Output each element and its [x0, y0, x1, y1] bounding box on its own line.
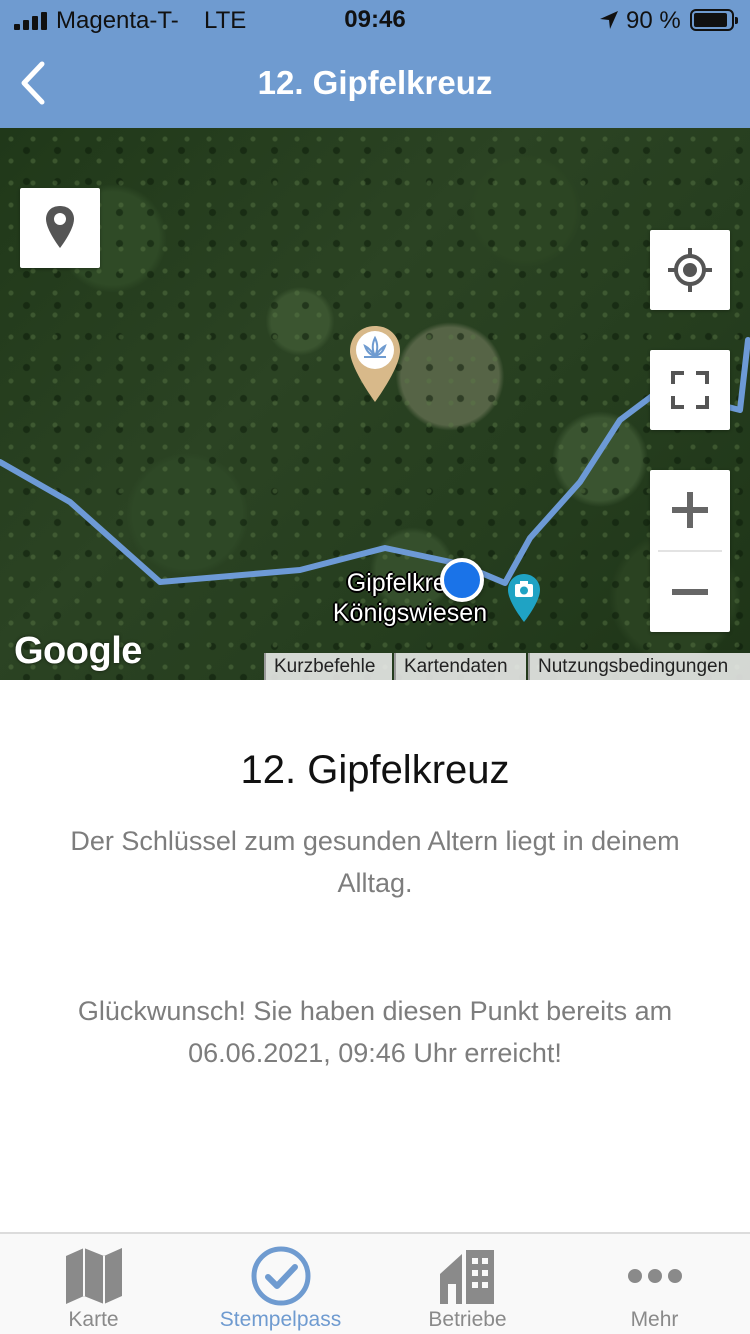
- zoom-out-button[interactable]: [650, 552, 730, 632]
- google-logo: Google: [14, 630, 142, 672]
- attribution-terms-link[interactable]: Nutzungsbedingungen: [528, 653, 750, 680]
- map-pin-button[interactable]: [20, 188, 100, 268]
- poi-description: Der Schlüssel zum gesunden Altern liegt …: [70, 826, 680, 898]
- tab-karte[interactable]: Karte: [0, 1234, 187, 1334]
- zoom-in-button[interactable]: [650, 470, 730, 550]
- building-icon: [440, 1250, 494, 1304]
- attribution-map-data-link[interactable]: Kartendaten: [394, 653, 526, 680]
- page-title: 12. Gipfelkreuz: [257, 64, 493, 101]
- status-bar: Magenta-T- LTE 09:46 90 %: [0, 0, 750, 40]
- my-location-button[interactable]: [650, 230, 730, 310]
- checkmark-circle-icon: [251, 1246, 311, 1306]
- tab-mehr[interactable]: Mehr: [561, 1234, 748, 1334]
- poi-title: 12. Gipfelkreuz: [240, 748, 510, 792]
- map-icon: [66, 1248, 122, 1304]
- more-dots-icon: [628, 1269, 682, 1283]
- plus-icon: [672, 492, 708, 528]
- fullscreen-button[interactable]: [650, 350, 730, 430]
- poi-marker-icon[interactable]: [348, 324, 402, 404]
- crosshair-icon: [668, 248, 712, 292]
- user-location-dot: [440, 558, 484, 602]
- tab-label: Betriebe: [428, 1308, 507, 1331]
- map-view[interactable]: Gipfelkreuz Königswiesen Google Kurzbefe…: [0, 128, 750, 680]
- tab-label: Mehr: [630, 1308, 679, 1331]
- tab-bar: Karte Stempelpass Betriebe Mehr: [0, 1232, 750, 1334]
- poi-status-message: Glückwunsch! Sie haben diesen Punkt bere…: [77, 996, 673, 1068]
- battery-icon: [690, 9, 738, 31]
- attribution-shortcuts-link[interactable]: Kurzbefehle: [264, 653, 392, 680]
- location-arrow-icon: [600, 11, 618, 29]
- tab-stempelpass[interactable]: Stempelpass: [187, 1234, 374, 1334]
- zoom-controls: [650, 470, 730, 632]
- tab-label: Karte: [68, 1308, 119, 1331]
- nav-header: Magenta-T- LTE 09:46 90 % 12. Gipfelkreu…: [0, 0, 750, 128]
- camera-pin-icon[interactable]: [506, 572, 542, 624]
- tab-label: Stempelpass: [219, 1308, 342, 1331]
- battery-percent: 90 %: [626, 7, 681, 34]
- fullscreen-icon: [671, 371, 709, 409]
- map-pin-icon: [46, 206, 74, 248]
- tab-betriebe[interactable]: Betriebe: [374, 1234, 561, 1334]
- map-place-label: Gipfelkreuz Königswiesen: [332, 569, 488, 627]
